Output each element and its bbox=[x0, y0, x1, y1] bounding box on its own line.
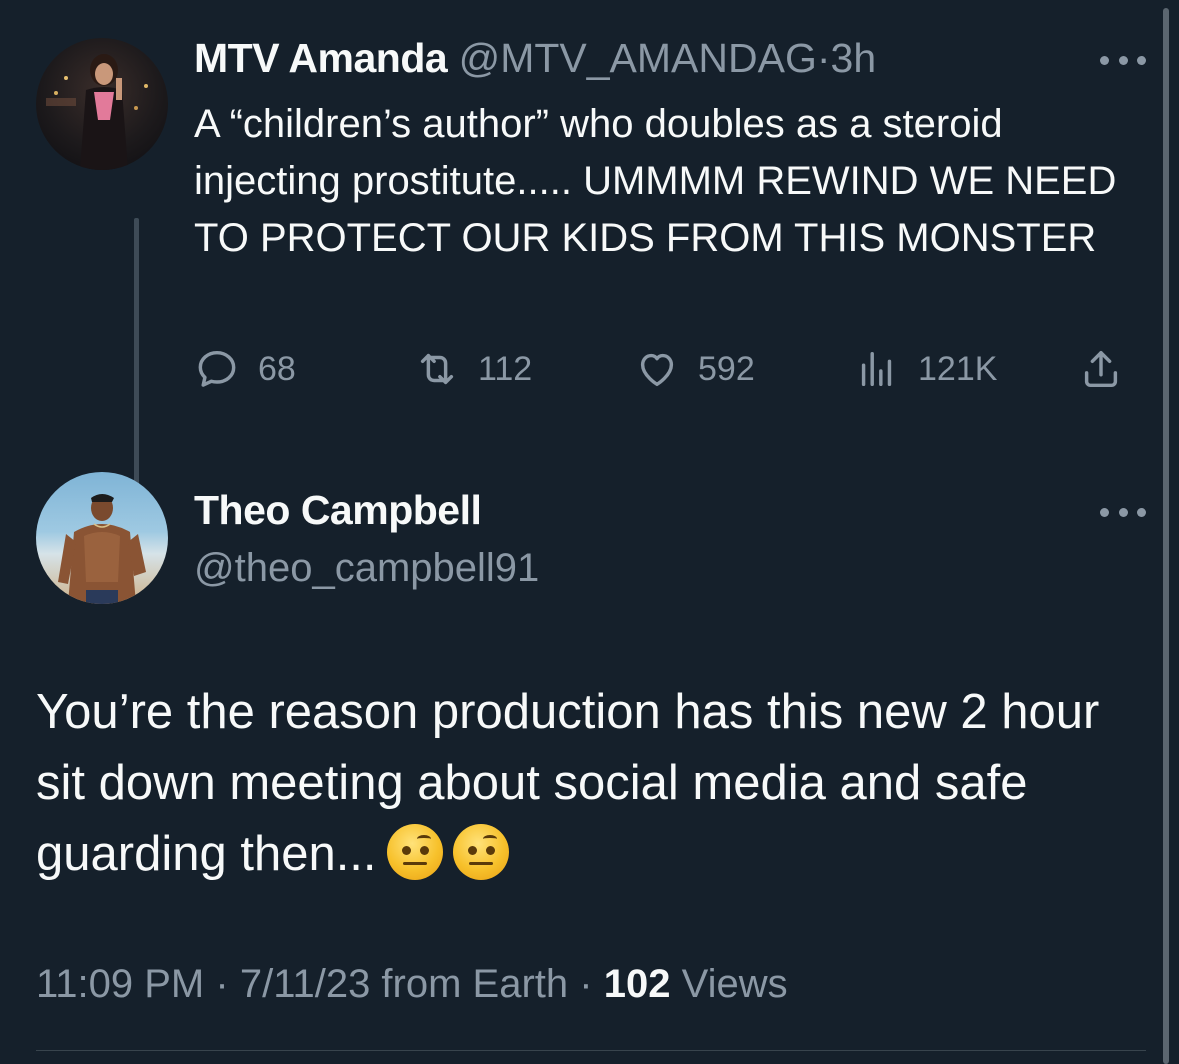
share-icon bbox=[1084, 350, 1118, 388]
separator-dot: · bbox=[816, 35, 831, 81]
raised-eyebrow-emoji-icon bbox=[386, 824, 443, 880]
reply-icon bbox=[198, 350, 236, 387]
user-handle[interactable]: @theo_campbell91 bbox=[194, 546, 539, 591]
tweet-text: A “children’s author” who doubles as a s… bbox=[194, 102, 1117, 260]
share-button[interactable] bbox=[1078, 346, 1124, 392]
more-icon[interactable] bbox=[1100, 502, 1146, 522]
like-icon bbox=[640, 353, 674, 387]
views-count[interactable]: 102 bbox=[604, 962, 671, 1006]
retweet-icon bbox=[420, 353, 454, 385]
display-name[interactable]: Theo Campbell bbox=[194, 490, 482, 531]
avatar-photo-icon bbox=[58, 494, 146, 604]
reply-count: 68 bbox=[258, 349, 296, 388]
tweet-thread-page: MTV Amanda @MTV_AMANDAG·3h A “children’s… bbox=[0, 0, 1179, 1064]
scrollbar[interactable] bbox=[1163, 8, 1169, 1064]
raised-eyebrow-emoji-icon bbox=[452, 824, 509, 880]
tweet-meta: 11:09 PM · 7/11/23 from Earth · 102 View… bbox=[36, 962, 788, 1007]
views-button[interactable]: 121K bbox=[854, 346, 997, 392]
avatar[interactable] bbox=[36, 472, 168, 604]
thread-connector-line bbox=[134, 218, 139, 498]
views-label: Views bbox=[681, 962, 788, 1006]
tweet-timestamp[interactable]: 11:09 PM bbox=[36, 962, 204, 1006]
tweet-actions: 68 112 592 121K bbox=[194, 346, 1144, 394]
avatar[interactable] bbox=[36, 38, 168, 170]
views-icon bbox=[861, 351, 892, 387]
divider bbox=[36, 1050, 1146, 1051]
views-count: 121K bbox=[918, 349, 998, 388]
separator-dot: · bbox=[215, 962, 229, 1006]
user-handle[interactable]: @MTV_AMANDAG bbox=[459, 35, 817, 81]
display-name[interactable]: MTV Amanda bbox=[194, 35, 448, 81]
retweet-button[interactable]: 112 bbox=[414, 346, 532, 392]
tweet-time[interactable]: 3h bbox=[831, 35, 877, 81]
tweet-body: You’re the reason production has this ne… bbox=[36, 685, 1100, 881]
tweet-date-source: 7/11/23 from Earth bbox=[239, 962, 569, 1006]
avatar-photo-icon bbox=[46, 54, 148, 170]
parent-tweet-header: MTV Amanda @MTV_AMANDAG·3h bbox=[194, 35, 877, 81]
like-button[interactable]: 592 bbox=[634, 346, 755, 392]
retweet-count: 112 bbox=[478, 349, 533, 388]
more-icon[interactable] bbox=[1100, 50, 1146, 70]
like-count: 592 bbox=[698, 349, 755, 388]
tweet-text: You’re the reason production has this ne… bbox=[36, 677, 1136, 890]
reply-button[interactable]: 68 bbox=[194, 346, 296, 392]
separator-dot: · bbox=[579, 962, 593, 1006]
